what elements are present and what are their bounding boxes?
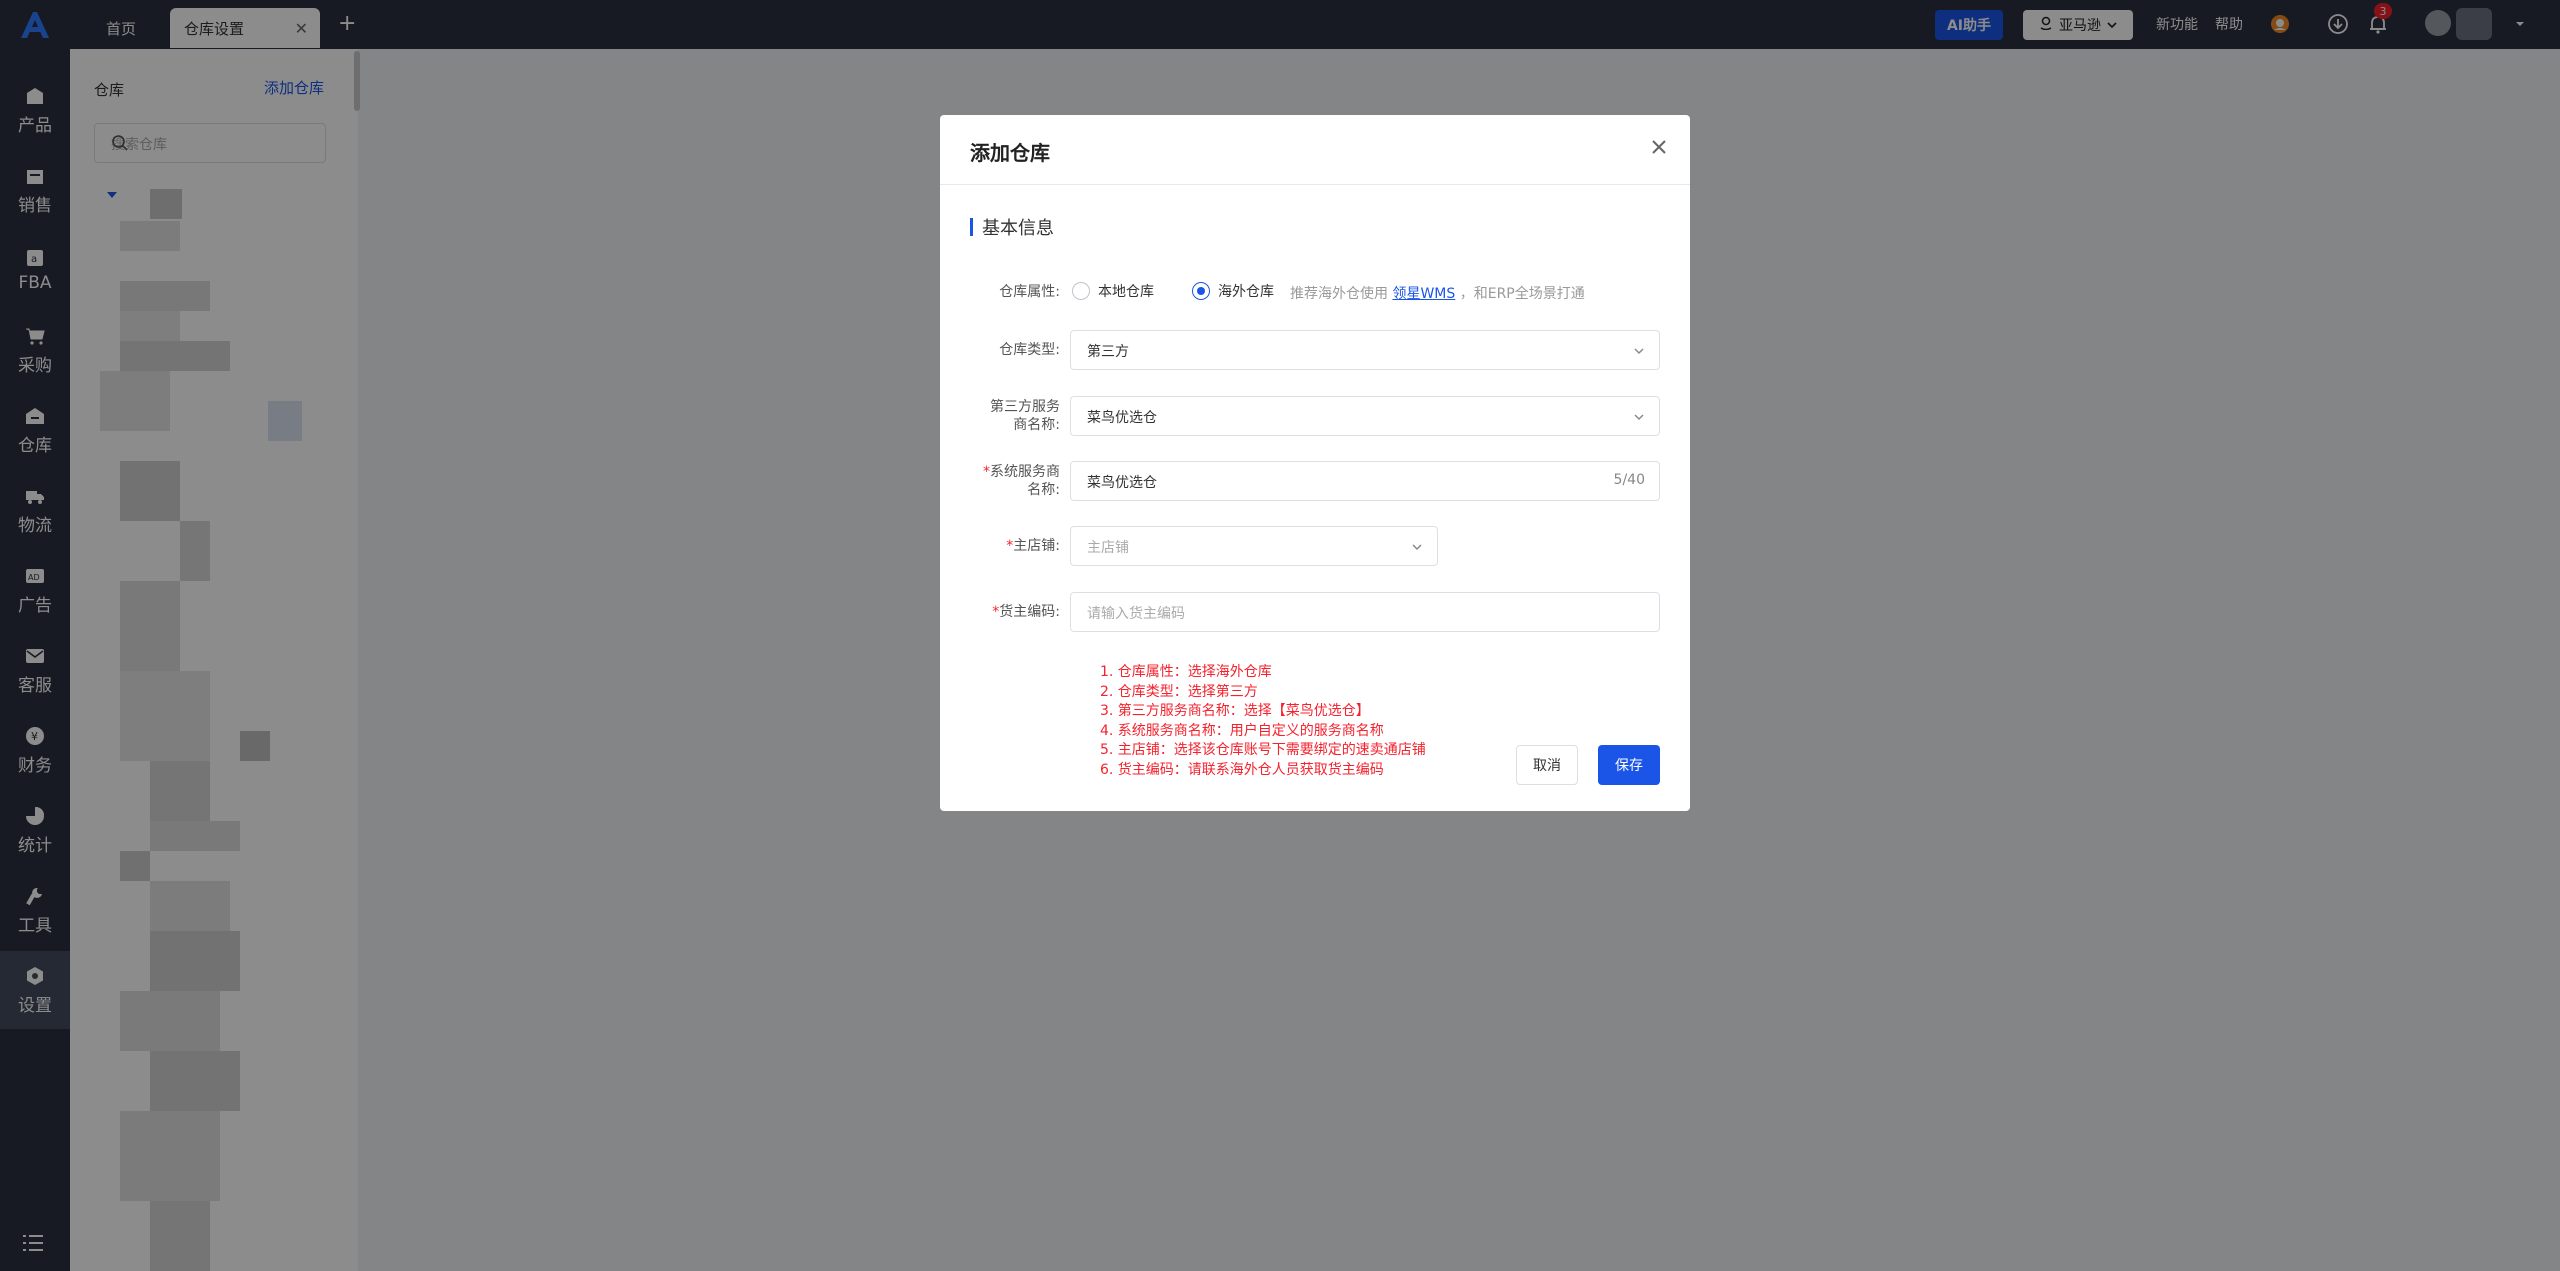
dialog-header: 添加仓库 — [940, 115, 1690, 185]
label-line: 名称: — [1027, 482, 1060, 498]
select-value: 第三方 — [1087, 344, 1129, 360]
instruction-notes: 1. 仓库属性：选择海外仓库 2. 仓库类型：选择第三方 3. 第三方服务商名称… — [1100, 663, 1426, 780]
system-provider-input[interactable]: 菜鸟优选仓 5/40 — [1070, 461, 1660, 501]
select-value: 菜鸟优选仓 — [1087, 410, 1157, 426]
radio-overseas-warehouse[interactable]: 海外仓库 — [1192, 281, 1274, 301]
chevron-down-icon — [1633, 410, 1645, 426]
owner-code-label: *货主编码: — [992, 603, 1060, 621]
note-line: 5. 主店铺：选择该仓库账号下需要绑定的速卖通店铺 — [1100, 742, 1426, 758]
system-provider-label: *系统服务商 名称: — [983, 463, 1060, 499]
char-count: 5/40 — [1613, 472, 1645, 488]
warehouse-type-row: 仓库类型: 第三方 — [940, 330, 1690, 370]
save-button[interactable]: 保存 — [1598, 745, 1660, 785]
label-line: 第三方服务 — [990, 399, 1060, 415]
label-line: 商名称: — [1013, 417, 1060, 433]
owner-code-row: *货主编码: 请输入货主编码 — [940, 592, 1690, 632]
note-line: 3. 第三方服务商名称：选择【菜鸟优选仓】 — [1100, 703, 1370, 719]
add-warehouse-dialog: 添加仓库 基本信息 仓库属性: 本地仓库 海外仓库 推荐海外仓使用 领星WMS … — [940, 115, 1690, 811]
hint-suffix: ，和ERP全场景打通 — [1459, 286, 1585, 302]
provider-name-select[interactable]: 菜鸟优选仓 — [1070, 396, 1660, 436]
radio-local-warehouse[interactable]: 本地仓库 — [1072, 281, 1154, 301]
warehouse-type-label: 仓库类型: — [999, 342, 1060, 358]
radio-label: 本地仓库 — [1098, 284, 1154, 300]
cancel-button[interactable]: 取消 — [1516, 745, 1578, 785]
note-line: 4. 系统服务商名称：用户自定义的服务商名称 — [1100, 722, 1384, 739]
provider-name-label: 第三方服务 商名称: — [990, 398, 1060, 434]
system-provider-row: *系统服务商 名称: 菜鸟优选仓 5/40 — [940, 461, 1690, 501]
note-line: 1. 仓库属性：选择海外仓库 — [1100, 664, 1272, 680]
main-store-row: *主店铺: 主店铺 — [940, 526, 1690, 566]
label-text: 主店铺: — [1013, 538, 1060, 554]
warehouse-attr-row: 仓库属性: 本地仓库 海外仓库 推荐海外仓使用 领星WMS ，和ERP全场景打通 — [940, 275, 1690, 315]
dialog-title: 添加仓库 — [970, 141, 1050, 165]
note-line: 2. 仓库类型：选择第三方 — [1100, 683, 1258, 700]
radio-unchecked-icon — [1072, 282, 1090, 300]
chevron-down-icon — [1411, 540, 1423, 556]
label-text: 货主编码: — [999, 604, 1060, 620]
warehouse-attr-label: 仓库属性: — [999, 284, 1060, 300]
select-placeholder: 主店铺 — [1087, 540, 1129, 556]
note-line: 6. 货主编码：请联系海外仓人员获取货主编码 — [1100, 761, 1384, 778]
main-store-label: *主店铺: — [1006, 537, 1060, 555]
radio-checked-icon — [1192, 282, 1210, 300]
close-icon[interactable] — [1650, 137, 1668, 162]
hint-prefix: 推荐海外仓使用 — [1290, 286, 1388, 302]
main-store-select[interactable]: 主店铺 — [1070, 526, 1438, 566]
radio-label: 海外仓库 — [1218, 284, 1274, 300]
label-line: 系统服务商 — [990, 464, 1060, 480]
section-accent-bar — [970, 218, 973, 236]
provider-name-row: 第三方服务 商名称: 菜鸟优选仓 — [940, 396, 1690, 436]
input-value: 菜鸟优选仓 — [1087, 475, 1157, 491]
wms-link[interactable]: 领星WMS — [1392, 286, 1455, 302]
wms-hint: 推荐海外仓使用 领星WMS ，和ERP全场景打通 — [1290, 283, 1585, 303]
section-title: 基本信息 — [982, 218, 1054, 239]
warehouse-type-select[interactable]: 第三方 — [1070, 330, 1660, 370]
required-mark: * — [983, 464, 990, 480]
owner-code-input[interactable]: 请输入货主编码 — [1070, 592, 1660, 632]
input-placeholder: 请输入货主编码 — [1087, 606, 1185, 622]
chevron-down-icon — [1633, 344, 1645, 360]
